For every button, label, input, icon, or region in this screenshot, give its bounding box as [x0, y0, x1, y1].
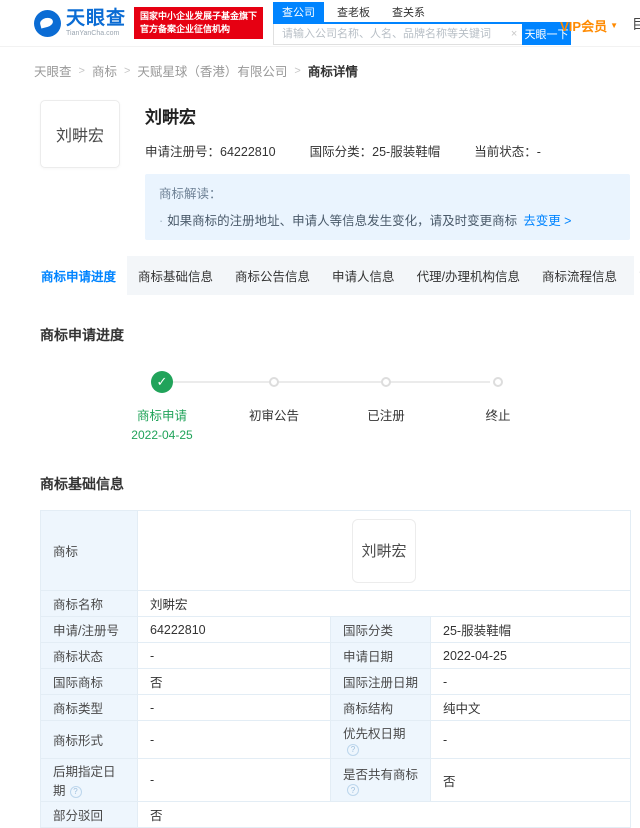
help-icon[interactable]: ? [347, 784, 359, 796]
circle-icon [269, 377, 279, 387]
application-progress-section: 商标申请进度 ✓ 商标申请 2022-04-25 初审公告 已注册 终止 [0, 295, 640, 442]
detail-tabbar: 商标申请进度 商标基础信息 商标公告信息 申请人信息 代理/办理机构信息 商标流… [30, 256, 640, 295]
basic-info-table: 商标 刘畊宏 商标名称 刘畊宏 申请/注册号 64222810 国际分类 25-… [40, 510, 632, 828]
progress-heading: 商标申请进度 [40, 327, 124, 343]
step-registered: 已注册 [330, 371, 442, 442]
table-row: 部分驳回 否 [40, 801, 632, 828]
table-row: 商标类型 - 商标结构 纯中文 [40, 694, 632, 721]
badge-line-2: 官方备案企业征信机构 [140, 24, 231, 34]
table-row: 申请/注册号 64222810 国际分类 25-服装鞋帽 [40, 616, 632, 643]
search-tab-company[interactable]: 查公司 [273, 1, 325, 22]
badge-line-1: 国家中小企业发展子基金旗下 [140, 10, 258, 21]
breadcrumb-trademark[interactable]: 商标 [92, 61, 117, 80]
tab-application-progress[interactable]: 商标申请进度 [30, 256, 128, 295]
table-row: 商标形式 - 优先权日期? - [40, 720, 632, 759]
page-title: 刘畊宏 [145, 108, 196, 127]
trademark-image-cell: 刘畊宏 [352, 518, 417, 583]
breadcrumb-home[interactable]: 天眼查 [34, 61, 72, 80]
breadcrumb-separator: > [123, 64, 131, 77]
trademark-image: 刘畊宏 [40, 100, 120, 168]
tab-process-info[interactable]: 商标流程信息 [531, 256, 628, 295]
help-icon[interactable]: ? [69, 785, 82, 798]
step-terminated: 终止 [442, 371, 554, 442]
header-search: 查公司 查老板 查关系 × 天眼一下 [273, 1, 572, 45]
table-row: 商标名称 刘畊宏 [40, 590, 632, 617]
breadcrumb: 天眼查 > 商标 > 天赋星球（香港）有限公司 > 商标详情 [0, 47, 640, 90]
cropped-menu-item[interactable]: 目 [632, 14, 640, 34]
tab-basic-info[interactable]: 商标基础信息 [127, 256, 224, 295]
step-date: 2022-04-25 [131, 428, 193, 442]
logo-domain: TianYanCha.com [66, 30, 120, 37]
step-preliminary-gazette: 初审公告 [218, 371, 330, 442]
go-change-link[interactable]: 去变更 > [523, 214, 571, 228]
tab-gazette-info[interactable]: 商标公告信息 [224, 256, 321, 295]
intl-class-field: 国际分类：25-服装鞋帽 [309, 145, 441, 159]
tab-goods-services[interactable]: 商品/服务项目 [628, 256, 640, 295]
search-tab-boss[interactable]: 查老板 [328, 2, 379, 22]
tab-agency-info[interactable]: 代理/办理机构信息 [406, 256, 531, 295]
current-status-field: 当前状态：- [474, 145, 541, 159]
table-row: 商标 刘畊宏 [40, 510, 632, 591]
tianyancha-logo[interactable]: 天眼查 TianYanCha.com [34, 9, 126, 37]
trademark-interpretation-panel: 商标解读： · 如果商标的注册地址、申请人等信息发生变化，请及时变更商标 去变更 > [145, 174, 630, 240]
trademark-summary: 刘畊宏 刘畊宏 申请注册号：64222810 国际分类：25-服装鞋帽 当前状态… [0, 90, 640, 240]
bullet: · [159, 214, 164, 228]
search-tab-relation[interactable]: 查关系 [383, 2, 434, 22]
vip-member-menu[interactable]: VIP会员 ▼ [560, 16, 618, 35]
certification-badge: 国家中小企业发展子基金旗下 官方备案企业征信机构 [134, 6, 264, 40]
breadcrumb-separator: > [78, 64, 85, 77]
notice-text: 如果商标的注册地址、申请人等信息发生变化，请及时变更商标 [167, 214, 518, 228]
notice-title: 商标解读： [159, 187, 222, 201]
step-application: ✓ 商标申请 2022-04-25 [106, 371, 218, 442]
header: 天眼查 TianYanCha.com 国家中小企业发展子基金旗下 官方备案企业征… [0, 0, 640, 47]
basic-info-section: 商标基础信息 商标 刘畊宏 商标名称 刘畊宏 申请/注册号 64222810 国… [0, 442, 640, 828]
progress-timeline: ✓ 商标申请 2022-04-25 初审公告 已注册 终止 [106, 371, 554, 442]
logo-title: 天眼查 [66, 8, 127, 29]
tianyancha-logo-icon [34, 9, 61, 37]
basic-info-heading: 商标基础信息 [40, 476, 124, 492]
help-icon[interactable]: ? [347, 743, 359, 756]
circle-icon [381, 377, 391, 387]
table-row: 国际商标 否 国际注册日期 - [40, 668, 632, 695]
circle-icon [493, 377, 503, 387]
tab-applicant-info[interactable]: 申请人信息 [321, 256, 406, 295]
breadcrumb-separator: > [294, 64, 301, 77]
search-tabs: 查公司 查老板 查关系 [273, 1, 572, 24]
breadcrumb-company[interactable]: 天赋星球（香港）有限公司 [137, 61, 287, 80]
registration-number-field: 申请注册号：64222810 [145, 145, 276, 159]
vip-label: VIP会员 [560, 19, 608, 34]
check-circle-icon: ✓ [151, 371, 173, 393]
clear-search-icon[interactable]: × [506, 24, 523, 45]
table-row: 后期指定日期? - 是否共有商标? 否 [40, 758, 632, 802]
chevron-down-icon: ▼ [610, 21, 618, 30]
table-row: 商标状态 - 申请日期 2022-04-25 [40, 642, 632, 669]
breadcrumb-current: 商标详情 [307, 65, 358, 79]
search-input[interactable] [273, 23, 507, 45]
